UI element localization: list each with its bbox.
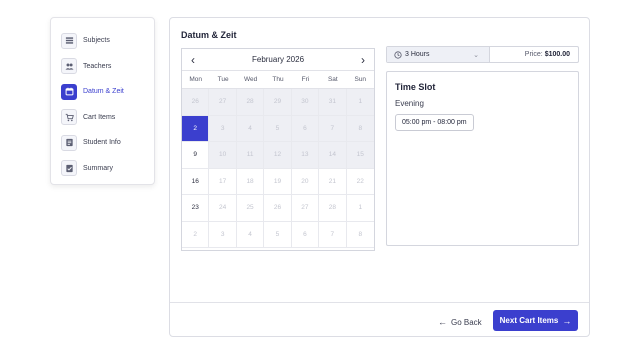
weekday-label: Sun <box>354 76 367 83</box>
time-slot-panel: Time Slot Evening 05:00 pm - 08:00 pm <box>386 71 579 246</box>
calendar-day: 27 <box>209 89 237 116</box>
calendar-day: 30 <box>291 89 320 116</box>
weekday-label: Wed <box>243 76 258 83</box>
calendar-day: 6 <box>291 115 320 142</box>
go-back-button[interactable]: ← Go Back <box>438 312 482 332</box>
calendar-day: 15 <box>346 142 374 169</box>
booking-panel: Datum & Zeit ‹ February 2026 › Mon Tue W… <box>169 17 590 337</box>
calendar-day: 20 <box>291 168 320 195</box>
price-display: Price: $100.00 <box>490 47 578 62</box>
time-slot-title: Time Slot <box>395 82 436 92</box>
calendar-day: 5 <box>264 221 292 248</box>
weekday-label: Mon <box>189 76 203 83</box>
arrow-right-icon: → <box>562 315 572 326</box>
cart-icon <box>61 109 77 126</box>
calendar-day: 31 <box>319 89 347 116</box>
arrow-left-icon: ← <box>438 317 447 327</box>
sidebar-item-summary[interactable]: Summary <box>51 156 154 182</box>
price-label: Price: <box>524 51 543 58</box>
calendar-day: 8 <box>346 221 374 248</box>
calendar-day: 4 <box>236 221 265 248</box>
calendar-day[interactable]: 9 <box>182 142 210 169</box>
calendar-day: 29 <box>264 89 292 116</box>
calendar-day: 8 <box>346 115 374 142</box>
calendar-day: 4 <box>236 115 265 142</box>
calendar-weekdays: Mon Tue Wed Thu Fri Sat Sun <box>182 71 374 89</box>
calendar-day: 5 <box>264 115 292 142</box>
calendar-header: ‹ February 2026 › <box>182 49 374 71</box>
sidebar-item-subjects[interactable]: Subjects <box>51 28 154 54</box>
calendar-day: 3 <box>209 221 237 248</box>
calendar-day[interactable]: 2 <box>182 115 210 142</box>
price-value: $100.00 <box>544 51 570 58</box>
step-sidebar: Subjects Teachers Datum & Zeit Cart Item… <box>50 17 155 185</box>
sidebar-item-label: Cart Items <box>83 113 116 121</box>
calendar-day: 26 <box>264 195 292 222</box>
sidebar-item-label: Teachers <box>83 62 112 70</box>
go-back-label: Go Back <box>451 317 482 327</box>
calendar-day: 14 <box>319 142 347 169</box>
calendar-day[interactable]: 23 <box>182 195 210 222</box>
weekday-label: Thu <box>272 76 284 83</box>
calendar-day: 1 <box>346 195 374 222</box>
sidebar-item-label: Student Info <box>83 139 121 147</box>
calendar-day: 24 <box>209 195 237 222</box>
calendar-day: 7 <box>319 115 347 142</box>
info-card-icon <box>61 134 77 151</box>
checklist-icon <box>61 160 77 177</box>
chevron-down-icon: ⌄ <box>473 51 479 59</box>
calendar-day: 1 <box>346 89 374 116</box>
sidebar-item-student-info[interactable]: Student Info <box>51 130 154 156</box>
page-title: Datum & Zeit <box>181 30 237 40</box>
calendar-day[interactable]: 16 <box>182 168 210 195</box>
list-icon <box>61 32 77 49</box>
calendar-grid: 26 27 28 29 30 31 1 2 3 4 5 6 7 8 9 10 11 12 13 14 15 16 17 18 1… <box>182 89 374 248</box>
calendar-day: 28 <box>319 195 347 222</box>
calendar-day: 13 <box>291 142 320 169</box>
next-label: Next Cart Items <box>499 316 559 325</box>
duration-bar: 3 Hours ⌄ Price: $100.00 <box>386 46 579 63</box>
chevron-left-icon[interactable]: ‹ <box>191 54 195 66</box>
calendar-day: 27 <box>291 195 320 222</box>
people-icon <box>61 58 77 75</box>
calendar-day: 10 <box>209 142 237 169</box>
time-slot-option[interactable]: 05:00 pm - 08:00 pm <box>395 114 474 131</box>
calendar-day: 25 <box>236 195 265 222</box>
calendar-icon <box>61 83 77 100</box>
calendar-day: 6 <box>291 221 320 248</box>
time-slot-period: Evening <box>395 99 424 108</box>
sidebar-item-teachers[interactable]: Teachers <box>51 54 154 80</box>
calendar-day: 11 <box>236 142 265 169</box>
calendar-day: 22 <box>346 168 374 195</box>
calendar-day: 26 <box>182 89 210 116</box>
calendar-day: 12 <box>264 142 292 169</box>
calendar-day: 18 <box>236 168 265 195</box>
weekday-label: Sat <box>327 76 338 83</box>
duration-value: 3 Hours <box>405 51 430 58</box>
calendar-day: 2 <box>182 221 210 248</box>
footer-divider <box>170 302 589 303</box>
duration-select[interactable]: 3 Hours ⌄ <box>387 47 490 62</box>
weekday-label: Tue <box>217 76 229 83</box>
calendar-day: 7 <box>319 221 347 248</box>
chevron-right-icon[interactable]: › <box>361 54 365 66</box>
calendar-day: 19 <box>264 168 292 195</box>
next-button[interactable]: Next Cart Items → <box>493 310 578 331</box>
calendar-day: 3 <box>209 115 237 142</box>
calendar-day: 17 <box>209 168 237 195</box>
sidebar-item-label: Datum & Zeit <box>83 88 124 96</box>
calendar: ‹ February 2026 › Mon Tue Wed Thu Fri Sa… <box>181 48 375 251</box>
sidebar-item-cart-items[interactable]: Cart Items <box>51 105 154 131</box>
sidebar-item-label: Subjects <box>83 37 110 45</box>
calendar-day: 28 <box>236 89 265 116</box>
calendar-month-label: February 2026 <box>251 55 305 64</box>
weekday-label: Fri <box>301 76 310 83</box>
sidebar-item-datum-zeit[interactable]: Datum & Zeit <box>51 79 154 105</box>
sidebar-item-label: Summary <box>83 164 113 172</box>
clock-icon <box>394 50 402 59</box>
calendar-day: 21 <box>319 168 347 195</box>
